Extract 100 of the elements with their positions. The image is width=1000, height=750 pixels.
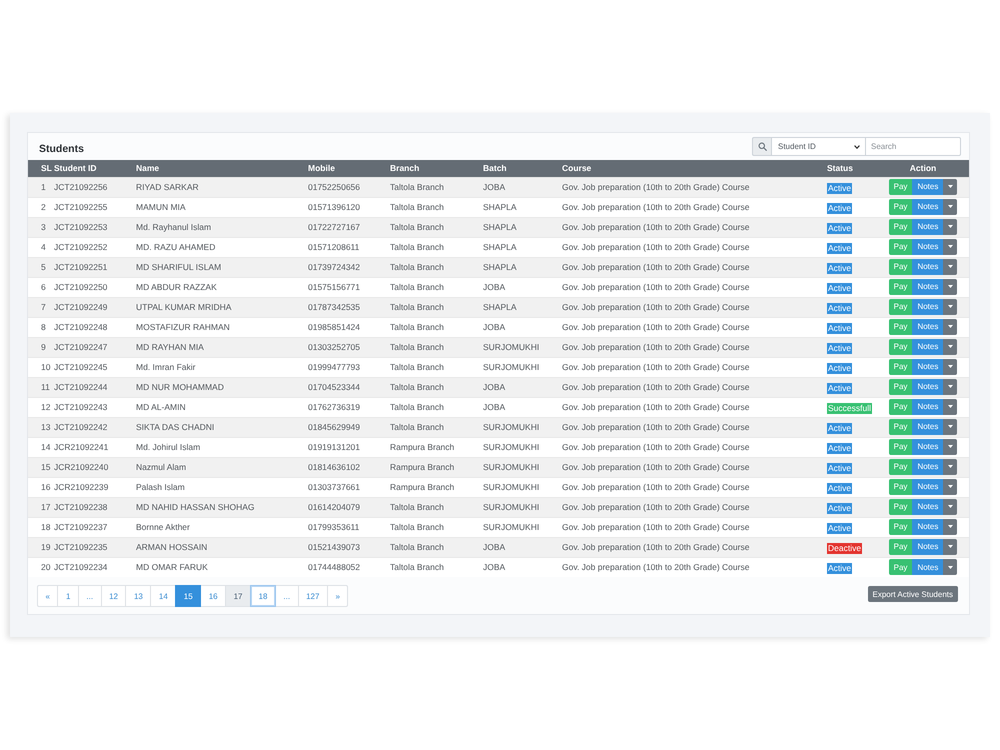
- dropdown-button[interactable]: [943, 418, 958, 435]
- page-link[interactable]: ...: [78, 585, 102, 607]
- table-cell: JCR21092239: [53, 477, 135, 497]
- page-link[interactable]: ...: [274, 585, 299, 607]
- notes-button[interactable]: Notes: [912, 418, 944, 435]
- pay-button[interactable]: Pay: [888, 338, 912, 355]
- table-cell: 01614204079: [307, 497, 389, 517]
- filter-select[interactable]: Student ID: [771, 137, 866, 156]
- table-cell: RIYAD SARKAR: [135, 177, 307, 197]
- notes-button[interactable]: Notes: [912, 458, 944, 475]
- dropdown-button[interactable]: [943, 198, 958, 215]
- table-cell: JCT21092235: [53, 537, 135, 557]
- notes-button[interactable]: Notes: [912, 198, 944, 215]
- table-cell: JCT21092248: [53, 317, 135, 337]
- notes-button[interactable]: Notes: [912, 178, 944, 195]
- notes-button[interactable]: Notes: [912, 218, 944, 235]
- table-cell: JOBA: [482, 177, 561, 197]
- search-icon: [752, 137, 771, 156]
- dropdown-button[interactable]: [943, 258, 958, 275]
- table-cell: 01985851424: [307, 317, 389, 337]
- dropdown-button[interactable]: [943, 398, 958, 415]
- table-cell: Taltola Branch: [389, 517, 482, 537]
- dropdown-button[interactable]: [943, 538, 958, 555]
- search-field[interactable]: Search: [866, 137, 961, 156]
- dropdown-button[interactable]: [943, 438, 958, 455]
- page-link[interactable]: 13: [125, 585, 152, 607]
- dropdown-button[interactable]: [943, 178, 958, 195]
- notes-button[interactable]: Notes: [912, 518, 944, 535]
- pay-button[interactable]: Pay: [888, 418, 912, 435]
- table-cell: 11: [28, 377, 53, 397]
- pay-button[interactable]: Pay: [888, 438, 912, 455]
- pay-button[interactable]: Pay: [888, 278, 912, 295]
- notes-button[interactable]: Notes: [912, 278, 944, 295]
- dropdown-button[interactable]: [943, 298, 958, 315]
- caret-icon: [948, 505, 953, 508]
- table-cell: Bornne Akther: [135, 517, 307, 537]
- pay-button[interactable]: Pay: [888, 358, 912, 375]
- dropdown-button[interactable]: [943, 559, 958, 576]
- notes-button[interactable]: Notes: [912, 398, 944, 415]
- notes-button[interactable]: Notes: [912, 258, 944, 275]
- pay-button[interactable]: Pay: [888, 478, 912, 495]
- page-link[interactable]: 18: [250, 585, 276, 607]
- export-button[interactable]: Export Active Students: [868, 586, 958, 602]
- table-cell: JOBA: [482, 277, 561, 297]
- page-link[interactable]: «: [37, 585, 58, 607]
- notes-button[interactable]: Notes: [912, 498, 944, 515]
- notes-button[interactable]: Notes: [912, 318, 944, 335]
- pay-button[interactable]: Pay: [888, 258, 912, 275]
- pay-button[interactable]: Pay: [888, 559, 912, 576]
- notes-button[interactable]: Notes: [912, 538, 944, 555]
- page-link[interactable]: 16: [200, 585, 226, 607]
- pay-button[interactable]: Pay: [888, 458, 912, 475]
- pay-button[interactable]: Pay: [888, 538, 912, 555]
- pay-button[interactable]: Pay: [888, 398, 912, 415]
- table-cell: Rampura Branch: [389, 477, 482, 497]
- pay-button[interactable]: Pay: [888, 218, 912, 235]
- dropdown-button[interactable]: [943, 238, 958, 255]
- pay-button[interactable]: Pay: [888, 378, 912, 395]
- dropdown-button[interactable]: [943, 338, 958, 355]
- page-link[interactable]: 1: [57, 585, 79, 607]
- dropdown-button[interactable]: [943, 278, 958, 295]
- notes-button[interactable]: Notes: [912, 298, 944, 315]
- dropdown-button[interactable]: [943, 498, 958, 515]
- notes-button[interactable]: Notes: [912, 478, 944, 495]
- pay-button[interactable]: Pay: [888, 178, 912, 195]
- table-cell: Taltola Branch: [389, 337, 482, 357]
- caret-icon: [948, 566, 953, 569]
- table-cell: 01704523344: [307, 377, 389, 397]
- notes-button[interactable]: Notes: [912, 338, 944, 355]
- table-cell: 01744488052: [307, 557, 389, 577]
- dropdown-button[interactable]: [943, 458, 958, 475]
- pay-button[interactable]: Pay: [888, 238, 912, 255]
- notes-button[interactable]: Notes: [912, 238, 944, 255]
- page-link[interactable]: 14: [150, 585, 176, 607]
- page-link[interactable]: 12: [100, 585, 126, 607]
- dropdown-button[interactable]: [943, 218, 958, 235]
- dropdown-button[interactable]: [943, 358, 958, 375]
- notes-button[interactable]: Notes: [912, 559, 944, 576]
- notes-button[interactable]: Notes: [912, 378, 944, 395]
- table-cell: 01814636102: [307, 457, 389, 477]
- table-cell: 14: [28, 437, 53, 457]
- page-link[interactable]: 127: [298, 585, 328, 607]
- notes-button[interactable]: Notes: [912, 438, 944, 455]
- caret-icon: [948, 305, 953, 308]
- pay-button[interactable]: Pay: [888, 318, 912, 335]
- page-link[interactable]: »: [326, 585, 348, 607]
- page-link[interactable]: 15: [175, 585, 202, 607]
- dropdown-button[interactable]: [943, 318, 958, 335]
- pay-button[interactable]: Pay: [888, 298, 912, 315]
- dropdown-button[interactable]: [943, 518, 958, 535]
- notes-button[interactable]: Notes: [912, 358, 944, 375]
- table-cell: SHAPLA: [482, 257, 561, 277]
- table-cell: SURJOMUKHI: [482, 357, 561, 377]
- dropdown-button[interactable]: [943, 378, 958, 395]
- dropdown-button[interactable]: [943, 478, 958, 495]
- pay-button[interactable]: Pay: [888, 518, 912, 535]
- page-link[interactable]: 17: [225, 585, 252, 607]
- table-cell: JCT21092247: [53, 337, 135, 357]
- pay-button[interactable]: Pay: [888, 198, 912, 215]
- pay-button[interactable]: Pay: [888, 498, 912, 515]
